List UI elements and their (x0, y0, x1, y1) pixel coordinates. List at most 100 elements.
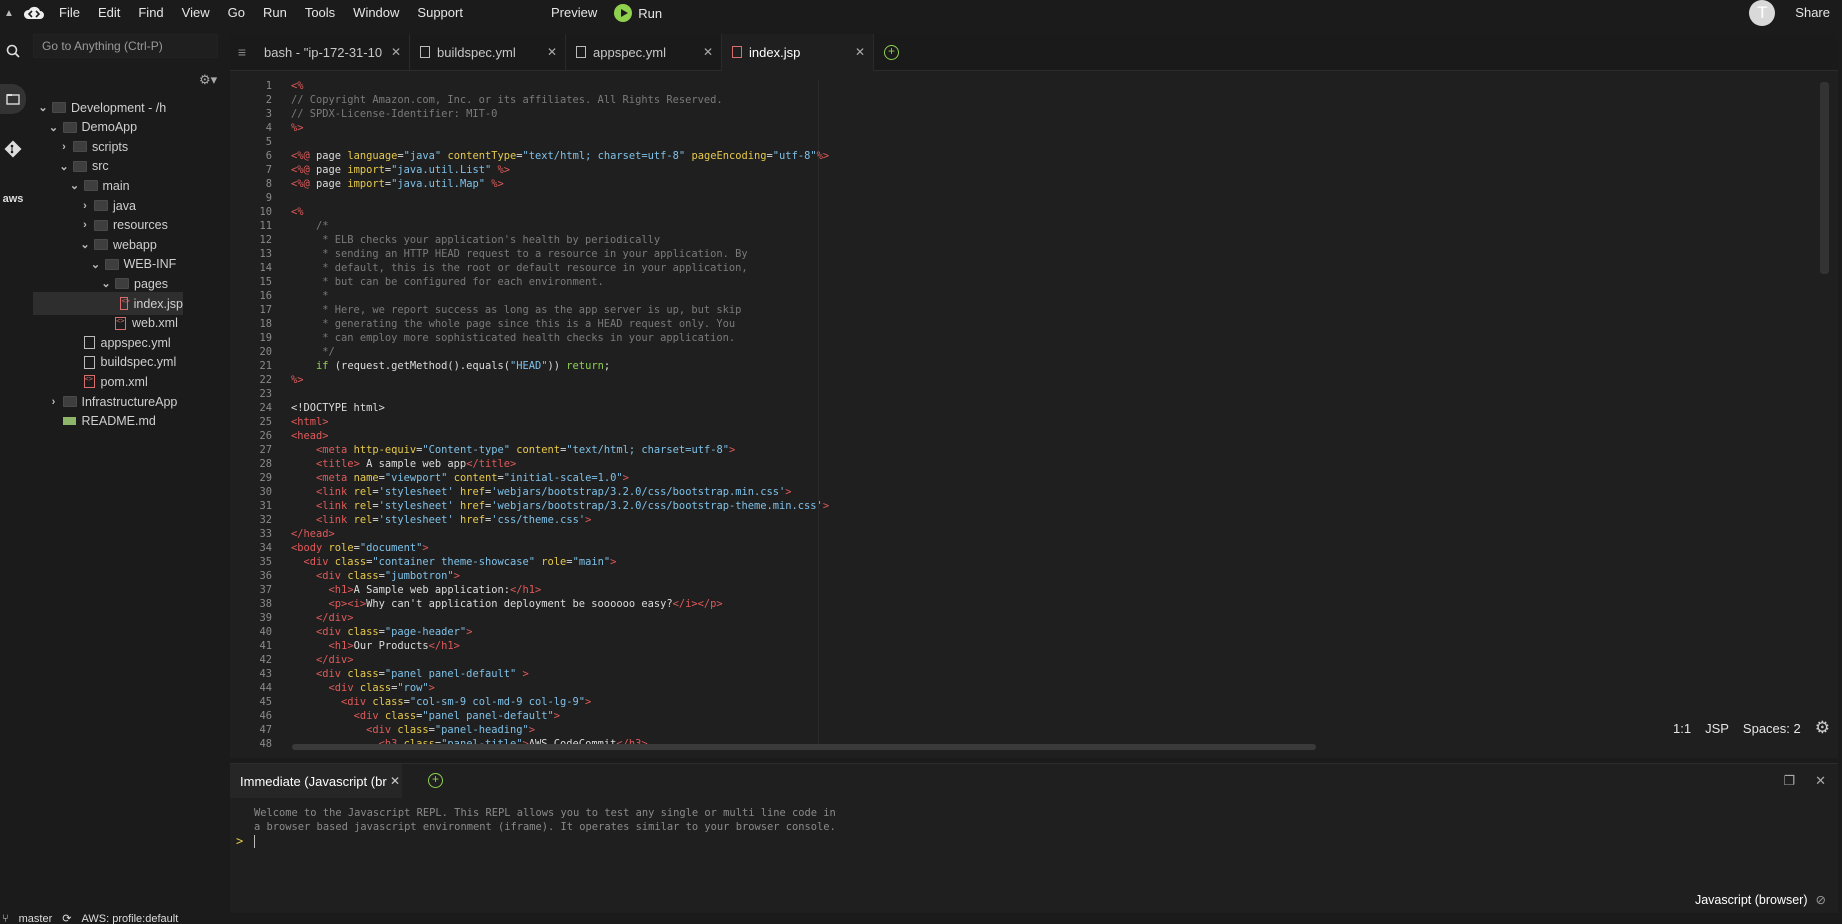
code-editor[interactable]: 1 <% 2 // Copyright Amazon.com, Inc. or its… (230, 79, 1822, 749)
new-tab-plus-icon[interactable]: + (884, 44, 899, 60)
collapse-menu-icon[interactable]: ▲ (0, 8, 18, 19)
chevron-right-icon[interactable]: › (58, 141, 70, 153)
code-token: "panel panel-default" (384, 668, 517, 680)
code-token: > (516, 668, 529, 680)
left-icon-bar: aws (0, 34, 26, 914)
chevron-right-icon[interactable]: › (48, 396, 60, 408)
code-token: page (316, 164, 348, 176)
line-number: 39 (259, 612, 272, 624)
tree-settings-gear-icon[interactable]: ⚙▾ (199, 72, 217, 88)
search-icon[interactable] (0, 36, 26, 66)
new-console-tab-plus-icon[interactable]: + (428, 773, 443, 788)
menu-view[interactable]: View (173, 0, 219, 26)
chevron-down-icon[interactable]: ⌄ (100, 277, 112, 290)
code-line: <div class="panel panel-default"> (291, 709, 560, 723)
line-number: 23 (259, 388, 272, 400)
folder-icon (94, 239, 108, 251)
code-token: rel (353, 486, 373, 498)
editor-tab[interactable]: appspec.yml ✕ (566, 33, 722, 71)
code-token: A Sample web application: (353, 584, 510, 596)
editor-vertical-scrollbar[interactable] (1820, 82, 1829, 274)
menu-tools[interactable]: Tools (296, 0, 344, 26)
tab-menu-icon[interactable]: ≡ (230, 44, 254, 60)
cloud9-logo-icon[interactable] (18, 6, 50, 20)
editor-tab[interactable]: index.jsp ✕ (722, 33, 874, 71)
chevron-right-icon[interactable]: › (79, 219, 91, 231)
aws-profile[interactable]: AWS: profile:default (81, 912, 178, 924)
run-button[interactable]: Run (606, 4, 670, 22)
repl-line: Welcome to the Javascript REPL. This REP… (254, 807, 836, 819)
line-number: 26 (259, 430, 272, 442)
close-icon[interactable]: ✕ (391, 45, 401, 59)
editor-tab[interactable]: bash - "ip-172-31-10-110. ✕ (254, 33, 410, 71)
preview-menu[interactable]: Preview (542, 0, 606, 26)
menu-file[interactable]: File (50, 0, 89, 26)
chevron-down-icon[interactable]: ⌄ (69, 179, 81, 192)
sync-icon[interactable]: ⟳ (62, 912, 71, 924)
code-token: )) (547, 360, 567, 372)
syntax-mode[interactable]: JSP (1705, 721, 1729, 736)
code-token: <div (353, 710, 385, 722)
code-token: > (466, 626, 473, 638)
cursor-position[interactable]: 1:1 (1673, 721, 1691, 736)
line-number: 29 (259, 472, 272, 484)
code-line: */ (291, 345, 335, 359)
line-number: 31 (259, 500, 272, 512)
tree-item[interactable]: README.md (33, 410, 183, 433)
chevron-down-icon[interactable]: ⌄ (58, 160, 70, 173)
code-file-icon (120, 297, 130, 310)
maximize-panel-icon[interactable]: ❐ (1783, 773, 1795, 789)
tree-item-label: main (102, 178, 130, 193)
folder-icon (73, 141, 87, 153)
code-token: <div (341, 696, 373, 708)
editor-horizontal-scrollbar[interactable] (292, 744, 1316, 750)
line-number: 44 (259, 682, 272, 694)
menu-support[interactable]: Support (408, 0, 472, 26)
tree-item-label: index.jsp (133, 296, 183, 311)
goto-anything-input[interactable]: Go to Anything (Ctrl-P) (33, 34, 218, 58)
menu-window[interactable]: Window (344, 0, 408, 26)
line-number: 11 (259, 220, 272, 232)
close-panel-icon[interactable]: ✕ (1815, 773, 1826, 789)
environment-icon[interactable] (0, 84, 26, 114)
branch-name[interactable]: master (19, 912, 53, 924)
repl-input[interactable] (254, 835, 255, 848)
code-line: * ELB checks your application's health b… (291, 233, 660, 247)
close-icon[interactable]: ✕ (703, 45, 713, 59)
code-token: "viewport" (384, 472, 448, 484)
code-line: </div> (291, 653, 354, 667)
close-icon[interactable]: ✕ (390, 774, 400, 788)
close-icon[interactable]: ✕ (855, 45, 865, 59)
code-token: <head> (291, 430, 329, 442)
line-number: 12 (259, 234, 272, 246)
editor-settings-gear-icon[interactable]: ⚙ (1815, 718, 1830, 738)
repl-mode[interactable]: Javascript (browser) ⊘ (1695, 892, 1826, 908)
chevron-right-icon[interactable]: › (79, 200, 91, 212)
source-control-icon[interactable] (0, 134, 26, 164)
chevron-down-icon[interactable]: ⌄ (90, 258, 102, 271)
menu-find[interactable]: Find (129, 0, 172, 26)
close-icon[interactable]: ✕ (547, 45, 557, 59)
disabled-icon[interactable]: ⊘ (1816, 892, 1826, 907)
line-number: 14 (259, 262, 272, 274)
code-token: page (316, 150, 348, 162)
menu-go[interactable]: Go (219, 0, 254, 26)
editor-status: 1:1 JSP Spaces: 2 ⚙ (1673, 718, 1830, 738)
avatar[interactable]: T (1749, 0, 1776, 26)
indent-setting[interactable]: Spaces: 2 (1743, 721, 1801, 736)
aws-icon[interactable]: aws (0, 184, 26, 214)
chevron-down-icon[interactable]: ⌄ (79, 238, 91, 251)
editor-tab[interactable]: buildspec.yml ✕ (410, 33, 566, 71)
code-token: > (728, 444, 736, 456)
menu-run[interactable]: Run (254, 0, 296, 26)
chevron-down-icon[interactable]: ⌄ (48, 121, 60, 134)
code-token: > (822, 500, 830, 512)
menu-edit[interactable]: Edit (89, 0, 129, 26)
chevron-down-icon[interactable]: ⌄ (37, 101, 49, 114)
folder-icon (62, 396, 77, 407)
repl-line: a browser based javascript environment (… (254, 821, 836, 833)
share-button[interactable]: Share (1787, 0, 1838, 26)
immediate-tab[interactable]: Immediate (Javascript (br ✕ (230, 764, 402, 798)
tree-item-label: webapp (113, 237, 157, 252)
